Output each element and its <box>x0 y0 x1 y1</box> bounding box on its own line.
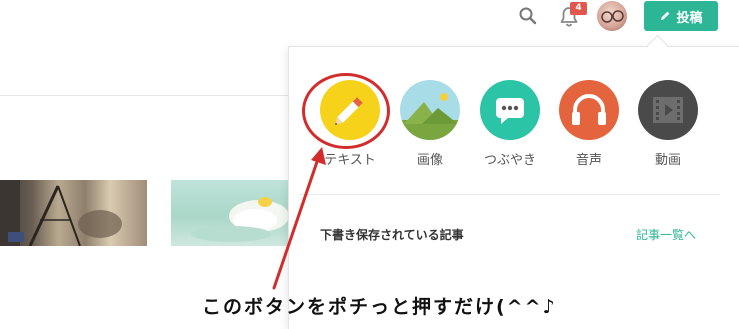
post-type-label: 画像 <box>416 153 443 168</box>
notification-badge: 4 <box>570 2 587 15</box>
post-type-audio[interactable]: 音声 <box>557 80 621 168</box>
post-type-tweet[interactable]: つぶやき <box>478 80 542 168</box>
post-button-label: 投稿 <box>676 10 703 26</box>
article-thumbnail[interactable] <box>0 180 147 246</box>
headphones-icon <box>559 80 619 140</box>
post-type-label: つぶやき <box>483 153 536 168</box>
search-icon[interactable] <box>518 6 538 26</box>
highlight-circle <box>302 73 390 149</box>
post-type-label: 動画 <box>654 153 681 168</box>
post-type-label: テキスト <box>324 153 376 168</box>
image-icon <box>400 80 460 140</box>
feed-divider <box>0 95 290 96</box>
post-type-video[interactable]: 動画 <box>636 80 700 168</box>
menu-divider <box>300 194 720 195</box>
post-type-image[interactable]: 画像 <box>398 80 462 168</box>
drafts-heading: 下書き保存されている記事 <box>320 228 464 242</box>
avatar-image <box>601 10 624 23</box>
pencil-icon <box>661 11 670 20</box>
chat-bubble-icon <box>480 80 540 140</box>
post-type-label: 音声 <box>575 153 602 168</box>
avatar[interactable] <box>597 1 627 31</box>
drafts-list-link[interactable]: 記事一覧へ <box>636 226 696 243</box>
annotation-caption: このボタンをポチっと押すだけ(^^♪ <box>202 296 557 318</box>
article-thumbnail[interactable] <box>171 180 290 246</box>
film-icon <box>638 80 698 140</box>
notification-button[interactable]: 4 <box>557 2 587 29</box>
post-button[interactable]: 投稿 <box>644 1 718 31</box>
